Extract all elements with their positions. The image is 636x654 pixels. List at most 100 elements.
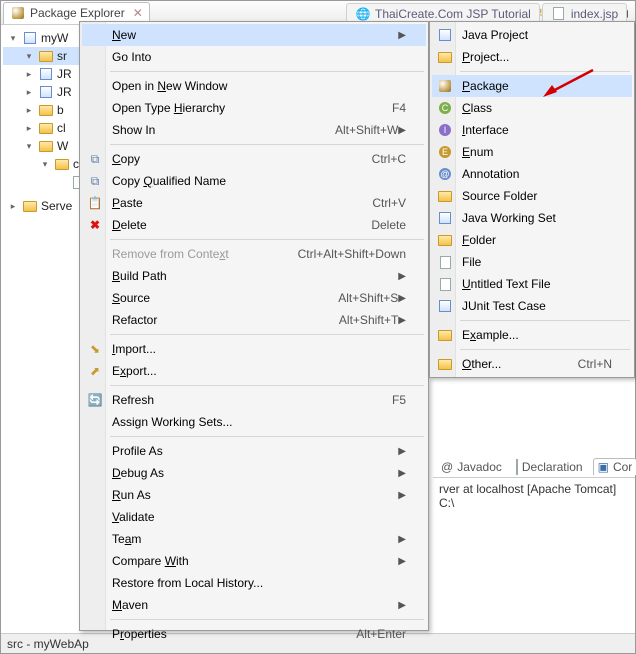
tree-label: JR [57, 85, 72, 99]
menu-separator [110, 144, 424, 145]
menu-item-team[interactable]: Team▶ [82, 528, 426, 550]
menu-item-paste[interactable]: 📋PasteCtrl+V [82, 192, 426, 214]
menu-item-export[interactable]: ⬈Export... [82, 360, 426, 382]
submenu-item-folder[interactable]: Folder [432, 229, 632, 251]
enum-icon: E [437, 144, 453, 160]
menu-item-run-as[interactable]: Run As▶ [82, 484, 426, 506]
chevron-right-icon: ▶ [398, 315, 406, 326]
menu-item-delete[interactable]: ✖ Delete Delete [82, 214, 426, 236]
menu-label: Enum [462, 145, 612, 159]
folder-icon [54, 156, 70, 172]
twisty-icon[interactable]: ▸ [7, 201, 19, 212]
menu-accel: Alt+Shift+S [338, 291, 398, 305]
menu-accel: Delete [371, 218, 406, 232]
menu-label: Annotation [462, 167, 612, 181]
delete-icon: ✖ [87, 217, 103, 233]
refresh-icon: 🔄 [87, 392, 103, 408]
submenu-item-interface[interactable]: IInterface [432, 119, 632, 141]
menu-accel: F4 [392, 101, 406, 115]
menu-label: Paste [112, 196, 348, 210]
submenu-item-other[interactable]: Other...Ctrl+N [432, 353, 632, 375]
twisty-icon[interactable]: ▾ [39, 159, 51, 170]
menu-item-go-into[interactable]: Go Into [82, 46, 426, 68]
submenu-item-example[interactable]: Example... [432, 324, 632, 346]
menu-item-build-path[interactable]: Build Path▶ [82, 265, 426, 287]
chevron-right-icon: ▶ [398, 556, 406, 567]
menu-item-import[interactable]: ⬊Import... [82, 338, 426, 360]
menu-label: Package [462, 79, 612, 93]
menu-item-refresh[interactable]: 🔄RefreshF5 [82, 389, 426, 411]
menu-item-open-type-hierarchy[interactable]: Open Type HierarchyF4 [82, 97, 426, 119]
menu-item-debug-as[interactable]: Debug As▶ [82, 462, 426, 484]
tree-label: cl [57, 121, 66, 135]
menu-item-profile-as[interactable]: Profile As▶ [82, 440, 426, 462]
menu-label: Assign Working Sets... [112, 415, 406, 429]
submenu-item-file[interactable]: File [432, 251, 632, 273]
submenu-item-project[interactable]: Project... [432, 46, 632, 68]
twisty-icon[interactable]: ▸ [23, 105, 35, 116]
tree-label: W [57, 139, 68, 153]
tab-javadoc[interactable]: @Javadoc [437, 458, 506, 475]
library-icon [38, 66, 54, 82]
submenu-item-source-folder[interactable]: Source Folder [432, 185, 632, 207]
submenu-item-package[interactable]: Package [432, 75, 632, 97]
menu-label: Open in New Window [112, 79, 406, 93]
menu-item-source[interactable]: SourceAlt+Shift+S▶ [82, 287, 426, 309]
library-icon [38, 84, 54, 100]
menu-item-copy[interactable]: ⧉CopyCtrl+C [82, 148, 426, 170]
close-icon[interactable]: ✕ [133, 6, 143, 20]
menu-label: Go Into [112, 50, 406, 64]
menu-item-properties[interactable]: PropertiesAlt+Enter [82, 623, 426, 645]
tab-console[interactable]: ▣Cor [593, 458, 636, 475]
submenu-item-class[interactable]: CClass [432, 97, 632, 119]
menu-label: Delete [112, 218, 347, 232]
status-text: src - myWebAp [7, 637, 89, 651]
tab-label: index.jsp [571, 7, 618, 21]
menu-label: File [462, 255, 612, 269]
menu-item-show-in[interactable]: Show InAlt+Shift+W▶ [82, 119, 426, 141]
submenu-item-java-working-set[interactable]: Java Working Set [432, 207, 632, 229]
menu-label: Run As [112, 488, 398, 502]
menu-item-compare-with[interactable]: Compare With▶ [82, 550, 426, 572]
menu-label: Team [112, 532, 398, 546]
menu-item-assign-working-sets[interactable]: Assign Working Sets... [82, 411, 426, 433]
menu-item-maven[interactable]: Maven▶ [82, 594, 426, 616]
menu-item-new[interactable]: New▶ [82, 24, 426, 46]
twisty-icon[interactable]: ▸ [23, 69, 35, 80]
chevron-right-icon: ▶ [398, 30, 406, 41]
menu-label: Refactor [112, 313, 315, 327]
junit-icon [437, 298, 453, 314]
menu-item-validate[interactable]: Validate [82, 506, 426, 528]
submenu-item-enum[interactable]: E Enum [432, 141, 632, 163]
submenu-item-java-project[interactable]: Java Project [432, 24, 632, 46]
folder-icon [38, 102, 54, 118]
submenu-item-junit-test-case[interactable]: JUnit Test Case [432, 295, 632, 317]
chevron-right-icon: ▶ [398, 125, 406, 136]
menu-separator [110, 334, 424, 335]
menu-label: Refresh [112, 393, 368, 407]
chevron-right-icon: ▶ [398, 293, 406, 304]
context-menu: New▶ Go Into Open in New Window Open Type H… [79, 21, 429, 631]
menu-label: Import... [112, 342, 406, 356]
menu-item-restore-from-local-history[interactable]: Restore from Local History... [82, 572, 426, 594]
submenu-item-annotation[interactable]: @ Annotation [432, 163, 632, 185]
tree-label: b [57, 103, 64, 117]
menu-item-refactor[interactable]: RefactorAlt+Shift+T▶ [82, 309, 426, 331]
twisty-icon[interactable]: ▾ [7, 33, 19, 44]
source-folder-icon [38, 48, 54, 64]
menu-separator [110, 436, 424, 437]
tab-declaration[interactable]: Declaration [512, 458, 587, 475]
menu-item-copy-qualified-name[interactable]: ⧉Copy Qualified Name [82, 170, 426, 192]
export-icon: ⬈ [87, 363, 103, 379]
twisty-icon[interactable]: ▾ [23, 51, 35, 62]
twisty-icon[interactable]: ▸ [23, 87, 35, 98]
annotation-icon: @ [437, 166, 453, 182]
menu-label: Other... [462, 357, 554, 371]
menu-label: Project... [462, 50, 612, 64]
menu-label: Folder [462, 233, 612, 247]
twisty-icon[interactable]: ▸ [23, 123, 35, 134]
menu-label: Validate [112, 510, 406, 524]
submenu-item-untitled-text-file[interactable]: Untitled Text File [432, 273, 632, 295]
twisty-icon[interactable]: ▾ [23, 141, 35, 152]
menu-item-open-in-new-window[interactable]: Open in New Window [82, 75, 426, 97]
